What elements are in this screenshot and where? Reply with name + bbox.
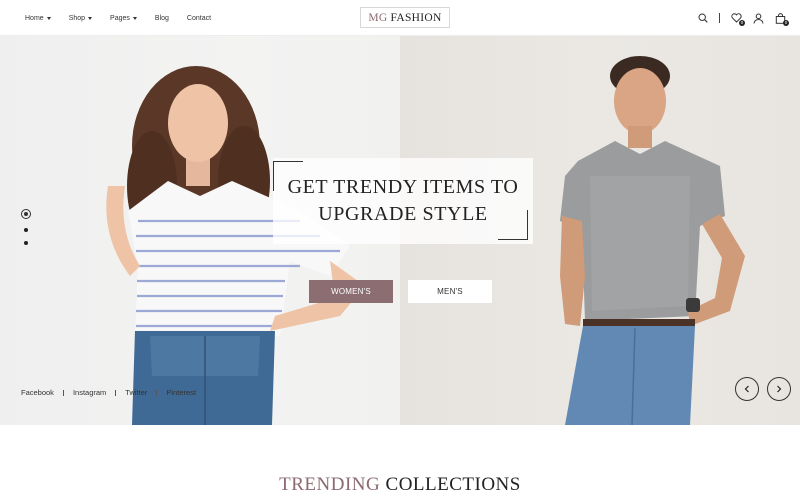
chevron-left-icon [744,385,749,393]
header-divider [719,13,720,23]
social-separator [156,389,158,396]
slide-dot-3[interactable] [24,241,28,245]
site-logo[interactable]: MG FASHION [360,7,450,28]
slide-dot-2[interactable] [24,228,28,232]
social-link-instagram[interactable]: Instagram [73,388,106,397]
hero-title-line2: UPGRADE STYLE [318,203,488,225]
cart-count-badge: 0 [783,20,789,26]
nav-item-pages[interactable]: Pages [110,15,137,22]
wishlist-count-badge: 0 [739,20,745,26]
slider-prev-button[interactable] [735,377,759,401]
logo-prefix: MG [368,11,388,24]
section-title-part1: TRENDING [279,474,381,495]
chevron-right-icon [777,385,782,393]
nav-item-blog[interactable]: Blog [155,15,169,22]
slider-next-button[interactable] [767,377,791,401]
nav-item-shop[interactable]: Shop [68,14,93,22]
hero-title-box: GET TRENDY ITEMS TO UPGRADE STYLE [273,158,533,244]
hero-title-line1: GET TRENDY ITEMS TO [287,176,519,198]
hero-slider: GET TRENDY ITEMS TO UPGRADE STYLE WOMEN'… [0,36,800,425]
main-nav: Home Shop Pages Blog Contact [25,0,211,36]
social-link-facebook[interactable]: Facebook [21,388,54,397]
social-link-twitter[interactable]: Twitter [125,388,147,397]
wishlist-button[interactable]: 0 [730,12,745,26]
nav-home-label: Home [25,14,44,22]
womens-button[interactable]: WOMEN'S [309,280,393,303]
nav-pages-label: Pages [110,14,130,22]
title-corner-decoration [498,210,528,240]
nav-blog-label: Blog [154,14,169,22]
trending-collections-heading: TRENDING COLLECTIONS [0,474,800,496]
slider-arrows [735,377,791,401]
social-separator [62,389,64,396]
section-title-part2: COLLECTIONS [385,474,521,495]
slide-dot-1-active[interactable] [21,209,31,219]
nav-item-contact[interactable]: Contact [187,15,211,22]
user-icon [753,13,763,24]
nav-contact-label: Contact [186,14,212,22]
social-separator [115,389,117,396]
search-button[interactable] [697,12,709,24]
nav-shop-label: Shop [68,14,86,22]
site-header: Home Shop Pages Blog Contact MG FASHION … [0,0,800,36]
chevron-down-icon [132,16,137,20]
account-button[interactable] [752,12,764,24]
cart-button[interactable]: 0 [774,12,789,26]
social-link-pinterest[interactable]: Pinterest [166,388,196,397]
social-links: Facebook Instagram Twitter Pinterest [21,388,196,397]
search-icon [698,13,708,23]
title-corner-decoration [273,161,303,191]
chevron-down-icon [88,16,93,20]
logo-name: FASHION [390,11,442,24]
header-tools: 0 0 [697,0,789,36]
mens-button[interactable]: MEN'S [408,280,492,303]
chevron-down-icon [46,16,51,20]
nav-item-home[interactable]: Home [25,15,51,22]
slider-pagination [21,209,31,245]
